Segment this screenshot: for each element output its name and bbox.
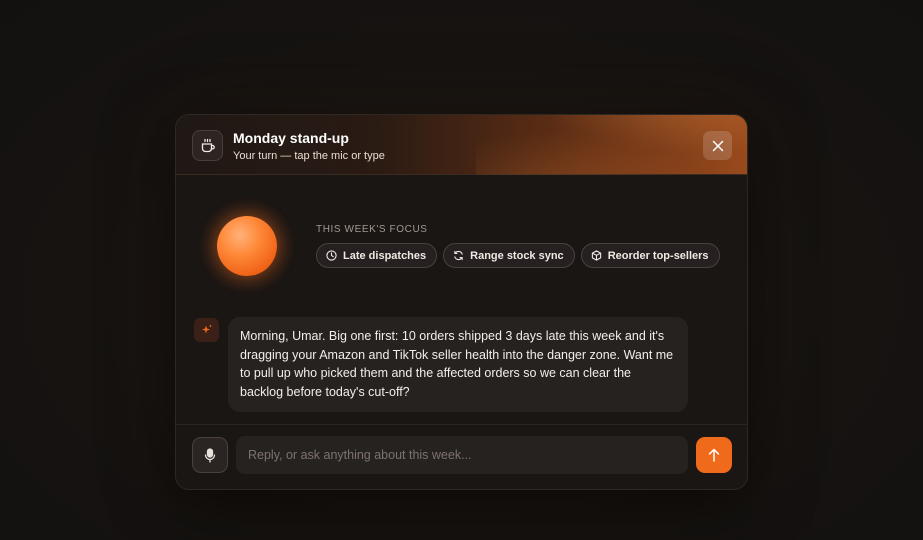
box-icon [591, 250, 601, 261]
sparkle-icon [201, 324, 212, 334]
reply-input[interactable] [236, 436, 688, 474]
close-icon [712, 140, 723, 151]
send-button[interactable] [696, 437, 732, 473]
focus-chips: Late dispatches Range stock sync Reorder… [316, 243, 720, 268]
composer-divider [176, 424, 747, 425]
chip-label: Late dispatches [343, 249, 427, 262]
clock-icon [326, 250, 337, 261]
chip-label: Range stock sync [470, 249, 564, 262]
dialog-subtitle: Your turn — tap the mic or type [233, 150, 385, 162]
dialog-title: Monday stand-up [233, 130, 349, 146]
assistant-message: Morning, Umar. Big one first: 10 orders … [228, 317, 688, 412]
mic-button[interactable] [192, 437, 228, 473]
chip-reorder-top-sellers[interactable]: Reorder top-sellers [580, 243, 720, 268]
close-button[interactable] [703, 131, 732, 160]
focus-label: THIS WEEK'S FOCUS [316, 224, 428, 235]
chip-range-stock-sync[interactable]: Range stock sync [443, 243, 575, 268]
assistant-avatar [194, 318, 219, 342]
voice-orb [217, 216, 277, 276]
sync-icon [454, 250, 463, 261]
chip-late-dispatches[interactable]: Late dispatches [316, 243, 438, 268]
standup-dialog: Monday stand-up Your turn — tap the mic … [175, 114, 748, 490]
microphone-icon [204, 447, 216, 463]
coffee-icon [192, 130, 223, 161]
arrow-up-icon [708, 448, 720, 462]
chip-label: Reorder top-sellers [607, 249, 709, 262]
dialog-header: Monday stand-up Your turn — tap the mic … [176, 115, 747, 175]
